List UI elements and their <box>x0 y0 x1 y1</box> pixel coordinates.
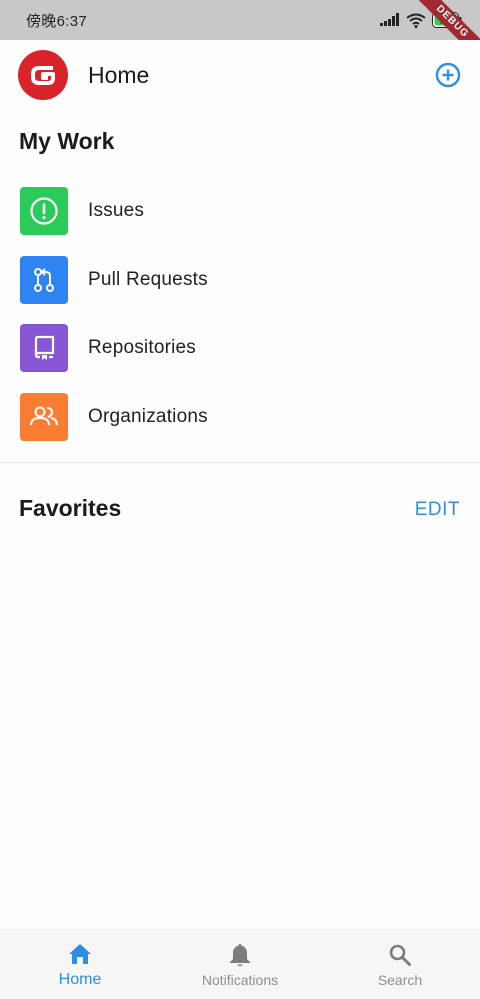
organizations-icon-tile <box>20 392 68 441</box>
work-item-pull-requests[interactable]: Pull Requests <box>0 246 480 315</box>
work-item-issues[interactable]: Issues <box>0 177 480 246</box>
work-item-label: Organizations <box>88 405 208 427</box>
status-time: 傍晚6:37 <box>26 12 87 30</box>
issues-icon-tile <box>20 187 68 236</box>
app-header: Home <box>0 40 480 110</box>
add-button[interactable] <box>434 61 462 89</box>
gitea-logo-icon <box>31 66 55 85</box>
repo-icon <box>34 336 55 361</box>
work-item-organizations[interactable]: Organizations <box>0 383 480 452</box>
bottom-navigation: Home Notifications Search <box>0 929 480 999</box>
nav-item-search[interactable]: Search <box>320 930 480 999</box>
my-work-list: Issues Pull Requests Repositories Organi… <box>0 177 480 451</box>
pull-request-icon <box>34 267 54 292</box>
nav-item-notifications[interactable]: Notifications <box>160 930 320 999</box>
work-item-repositories[interactable]: Repositories <box>0 314 480 383</box>
nav-label: Search <box>377 971 423 988</box>
section-divider <box>0 462 480 463</box>
signal-icon <box>380 13 399 26</box>
search-icon <box>388 942 412 968</box>
work-item-label: Repositories <box>88 337 197 359</box>
repositories-icon-tile <box>20 324 68 373</box>
app-logo[interactable] <box>18 50 68 100</box>
plus-circle-icon <box>435 62 461 88</box>
wifi-icon <box>406 13 426 28</box>
nav-item-home[interactable]: Home <box>0 930 160 999</box>
app-screen: 傍晚6:37 77 DEBUG <box>0 0 480 999</box>
nav-label: Notifications <box>201 971 279 988</box>
status-bar: 傍晚6:37 77 DEBUG <box>0 0 480 40</box>
edit-favorites-button[interactable]: EDIT <box>415 499 460 521</box>
organization-icon <box>30 406 58 425</box>
my-work-title: My Work <box>19 128 115 154</box>
work-item-label: Issues <box>88 200 145 222</box>
work-item-label: Pull Requests <box>88 268 208 290</box>
issue-icon <box>30 197 58 225</box>
pull-requests-icon-tile <box>20 255 68 304</box>
bell-icon <box>229 942 251 968</box>
page-title: Home <box>88 61 150 88</box>
favorites-title: Favorites <box>19 495 122 521</box>
nav-label: Home <box>58 970 102 988</box>
home-icon <box>67 941 93 967</box>
